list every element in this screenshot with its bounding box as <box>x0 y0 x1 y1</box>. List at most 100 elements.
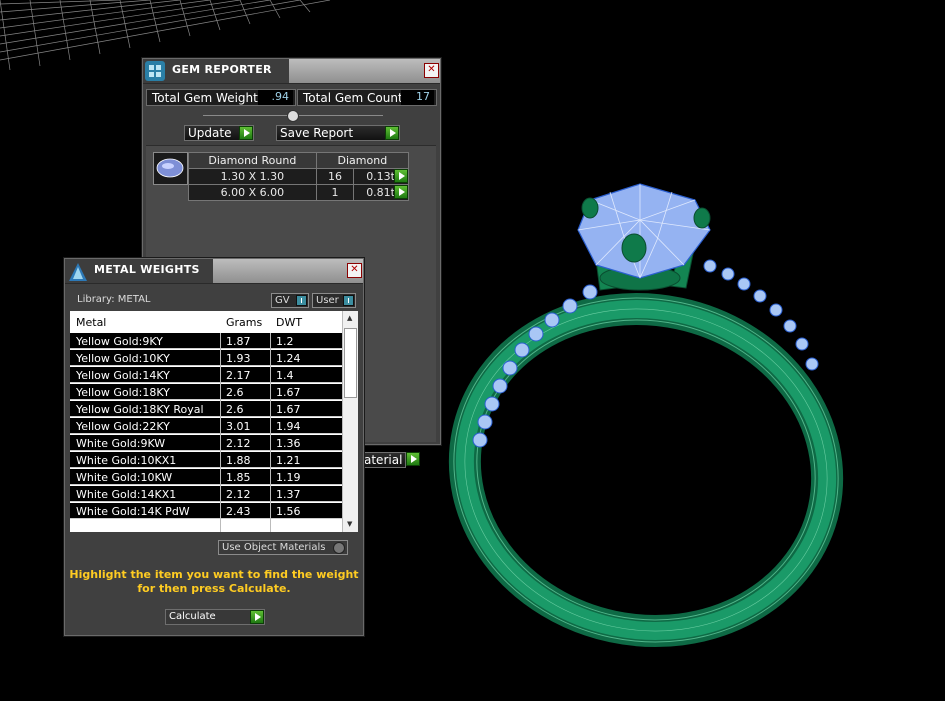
metal-grams: 1.85 <box>226 471 251 484</box>
scroll-up-icon[interactable]: ▲ <box>347 314 352 322</box>
user-label: User <box>316 295 339 306</box>
metal-name: Yellow Gold:14KY <box>76 369 170 382</box>
close-icon[interactable]: ✕ <box>347 263 362 278</box>
radio-icon[interactable] <box>333 542 345 554</box>
metal-dwt: 1.19 <box>276 471 301 484</box>
zoom-slider-handle[interactable] <box>287 110 299 122</box>
calculate-go-icon[interactable] <box>250 610 264 624</box>
gem-reporter-titlebar[interactable]: GEM REPORTER ✕ <box>143 59 440 84</box>
user-toggle[interactable]: User <box>312 293 356 308</box>
gem-table: Diamond Round Diamond 1.30 X 1.30 16 0.1… <box>188 152 410 201</box>
metal-dwt: 1.24 <box>276 352 301 365</box>
ring-3d-model[interactable] <box>440 170 850 650</box>
save-report-button[interactable]: Save Report <box>276 125 400 141</box>
col-metal[interactable]: Metal <box>76 316 106 329</box>
metal-grams: 2.6 <box>226 403 244 416</box>
save-report-go-icon[interactable] <box>385 126 399 140</box>
close-icon[interactable]: ✕ <box>424 63 439 78</box>
metal-row[interactable]: White Gold:10KX1 1.88 1.21 <box>70 452 342 468</box>
gem-reporter-title: GEM REPORTER <box>172 63 272 76</box>
user-toggle-icon[interactable] <box>343 295 354 306</box>
metal-grams: 1.93 <box>226 352 251 365</box>
metal-name: Yellow Gold:10KY <box>76 352 170 365</box>
metal-grams: 3.01 <box>226 420 251 433</box>
metal-grams: 2.6 <box>226 386 244 399</box>
metal-grams: 2.12 <box>226 488 251 501</box>
metal-list[interactable]: Metal Grams DWT Yellow Gold:9KY 1.87 1.2 Ye… <box>70 311 358 532</box>
total-gem-count-value: 17 <box>401 90 434 105</box>
gv-toggle[interactable]: GV <box>271 293 309 308</box>
metal-weights-window[interactable]: METAL WEIGHTS ✕ Library: METAL GV User M… <box>64 258 364 636</box>
metal-row[interactable]: Yellow Gold:18KY 2.6 1.67 <box>70 384 342 400</box>
scroll-down-icon[interactable]: ▼ <box>347 520 352 528</box>
material-button[interactable]: aterial <box>361 452 406 468</box>
gem-reporter-app-icon <box>145 61 165 81</box>
gem-shape-header: Diamond Round <box>188 152 317 169</box>
metal-name: Yellow Gold:22KY <box>76 420 170 433</box>
gem-table-header: Diamond Round Diamond <box>188 152 410 169</box>
metal-name: White Gold:14KX1 <box>76 488 177 501</box>
metal-row[interactable]: White Gold:10KW 1.85 1.19 <box>70 469 342 485</box>
metal-weights-app-icon <box>67 261 87 281</box>
metal-list-header: Metal Grams DWT <box>70 311 342 333</box>
metal-name: White Gold:9KW <box>76 437 166 450</box>
metal-grams: 2.17 <box>226 369 251 382</box>
column-divider <box>220 333 221 532</box>
metal-dwt: 1.36 <box>276 437 301 450</box>
instruction-line-2: for then press Calculate. <box>137 582 291 595</box>
vertical-scrollbar[interactable]: ▲ ▼ <box>342 311 358 532</box>
metal-name: White Gold:10KW <box>76 471 173 484</box>
material-go-icon[interactable] <box>406 452 420 466</box>
gv-label: GV <box>275 295 290 306</box>
metal-row[interactable]: Yellow Gold:10KY 1.93 1.24 <box>70 350 342 366</box>
metal-name: Yellow Gold:9KY <box>76 335 163 348</box>
use-object-materials-toggle[interactable]: Use Object Materials <box>218 540 348 555</box>
instruction-line-1: Highlight the item you want to find the … <box>69 568 359 581</box>
metal-name: White Gold:14K PdW <box>76 505 190 518</box>
metal-name: Yellow Gold:18KY Royal <box>76 403 204 416</box>
metal-dwt: 1.37 <box>276 488 301 501</box>
metal-dwt: 1.67 <box>276 403 301 416</box>
gem-size: 1.30 X 1.30 <box>188 168 317 185</box>
metal-row[interactable]: Yellow Gold:9KY 1.87 1.2 <box>70 333 342 349</box>
metal-dwt: 1.94 <box>276 420 301 433</box>
gem-type-header: Diamond <box>315 152 410 169</box>
column-divider <box>270 333 271 532</box>
col-dwt[interactable]: DWT <box>276 316 302 329</box>
metal-row[interactable]: Yellow Gold:18KY Royal 2.6 1.67 <box>70 401 342 417</box>
metal-weights-title: METAL WEIGHTS <box>94 263 200 276</box>
gem-row[interactable]: 1.30 X 1.30 16 0.13tw <box>188 168 409 185</box>
metal-row[interactable]: Yellow Gold:14KY 2.17 1.4 <box>70 367 342 383</box>
metal-grams: 1.87 <box>226 335 251 348</box>
metal-dwt: 1.4 <box>276 369 294 382</box>
metal-row[interactable]: White Gold:14KX1 2.12 1.37 <box>70 486 342 502</box>
update-go-icon[interactable] <box>239 126 253 140</box>
diamond-thumbnail[interactable] <box>153 152 188 185</box>
library-label: Library: METAL <box>77 294 151 305</box>
metal-row[interactable]: Yellow Gold:22KY 3.01 1.94 <box>70 418 342 434</box>
gem-row-go-icon[interactable] <box>394 169 408 183</box>
gem-row-go-icon[interactable] <box>394 185 408 199</box>
metal-weights-titlebar[interactable]: METAL WEIGHTS ✕ <box>65 259 363 284</box>
metal-name: Yellow Gold:18KY <box>76 386 170 399</box>
metal-grams: 2.43 <box>226 505 251 518</box>
metal-dwt: 1.67 <box>276 386 301 399</box>
gem-row[interactable]: 6.00 X 6.00 1 0.81tw <box>188 184 409 201</box>
total-gem-weight-value: .94 <box>258 90 293 105</box>
gem-count: 16 <box>315 168 355 185</box>
gv-toggle-icon[interactable] <box>296 295 307 306</box>
gem-count: 1 <box>315 184 355 201</box>
metal-dwt: 1.56 <box>276 505 301 518</box>
use-object-materials-label: Use Object Materials <box>222 542 326 553</box>
metal-grams: 1.88 <box>226 454 251 467</box>
col-grams[interactable]: Grams <box>226 316 262 329</box>
metal-dwt: 1.2 <box>276 335 294 348</box>
metal-name: White Gold:10KX1 <box>76 454 177 467</box>
zoom-slider[interactable] <box>203 110 383 122</box>
metal-dwt: 1.21 <box>276 454 301 467</box>
scrollbar-thumb[interactable] <box>344 328 357 398</box>
gem-size: 6.00 X 6.00 <box>188 184 317 201</box>
metal-row[interactable]: White Gold:14K PdW 2.43 1.56 <box>70 503 342 519</box>
metal-grams: 2.12 <box>226 437 251 450</box>
metal-row[interactable]: White Gold:9KW 2.12 1.36 <box>70 435 342 451</box>
